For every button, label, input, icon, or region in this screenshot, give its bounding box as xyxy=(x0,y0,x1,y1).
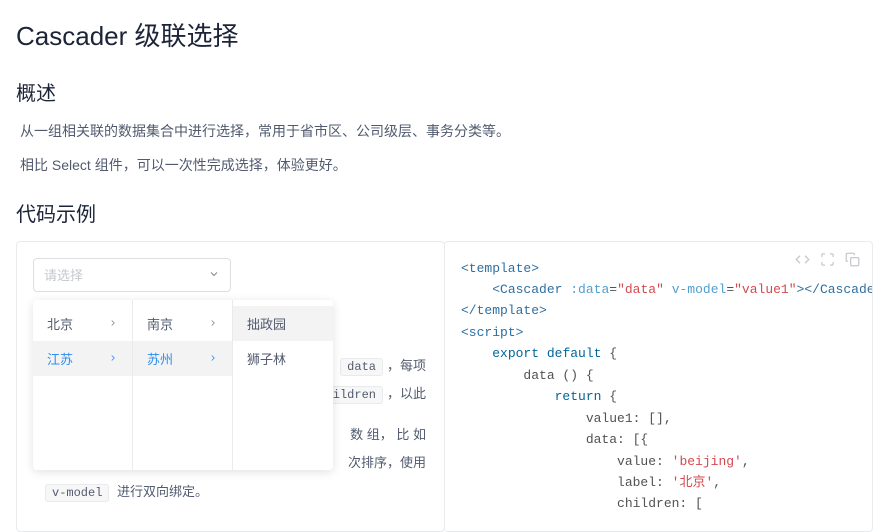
code-chip: data xyxy=(340,358,383,376)
cascader-column: 拙政园狮子林 xyxy=(233,300,333,470)
page-title: Cascader 级联选择 xyxy=(16,16,873,53)
chevron-right-icon xyxy=(108,316,118,331)
overview-p1: 从一组相关联的数据集合中进行选择，常用于省市区、公司级层、事务分类等。 xyxy=(16,120,873,144)
code-chip: v-model xyxy=(45,484,109,502)
cascader-option[interactable]: 江苏 xyxy=(33,341,132,376)
cascader-input[interactable]: 请选择 xyxy=(33,258,231,292)
cascader-placeholder: 请选择 xyxy=(44,265,83,284)
examples-heading: 代码示例 xyxy=(16,198,873,227)
code-card: <template> <Cascader :data="data" v-mode… xyxy=(444,241,873,532)
overview-p2: 相比 Select 组件，可以一次性完成选择，体验更好。 xyxy=(16,154,873,178)
cascader-panel: 北京江苏南京苏州拙政园狮子林 xyxy=(33,300,333,470)
overview-heading: 概述 xyxy=(16,77,873,106)
chevron-down-icon xyxy=(208,267,220,283)
cascader-option[interactable]: 拙政园 xyxy=(233,306,333,341)
cascader-column: 北京江苏 xyxy=(33,300,133,470)
chevron-right-icon xyxy=(208,316,218,331)
code-block: <template> <Cascader :data="data" v-mode… xyxy=(461,258,856,515)
code-toolbar xyxy=(795,252,860,270)
code-chip: ildren xyxy=(326,386,383,404)
cascader-option[interactable]: 狮子林 xyxy=(233,341,333,376)
cascader-option[interactable]: 北京 xyxy=(33,306,132,341)
code-icon[interactable] xyxy=(795,252,810,270)
chevron-right-icon xyxy=(208,351,218,366)
cascader-option[interactable]: 苏州 xyxy=(133,341,232,376)
copy-icon[interactable] xyxy=(845,252,860,270)
expand-icon[interactable] xyxy=(820,252,835,270)
cascader-column: 南京苏州 xyxy=(133,300,233,470)
demo-card: 请选择 北京江苏南京苏州拙政园狮子林 data，每项 ildren，以此 数 组… xyxy=(16,241,445,532)
chevron-right-icon xyxy=(108,351,118,366)
cascader-option[interactable]: 南京 xyxy=(133,306,232,341)
